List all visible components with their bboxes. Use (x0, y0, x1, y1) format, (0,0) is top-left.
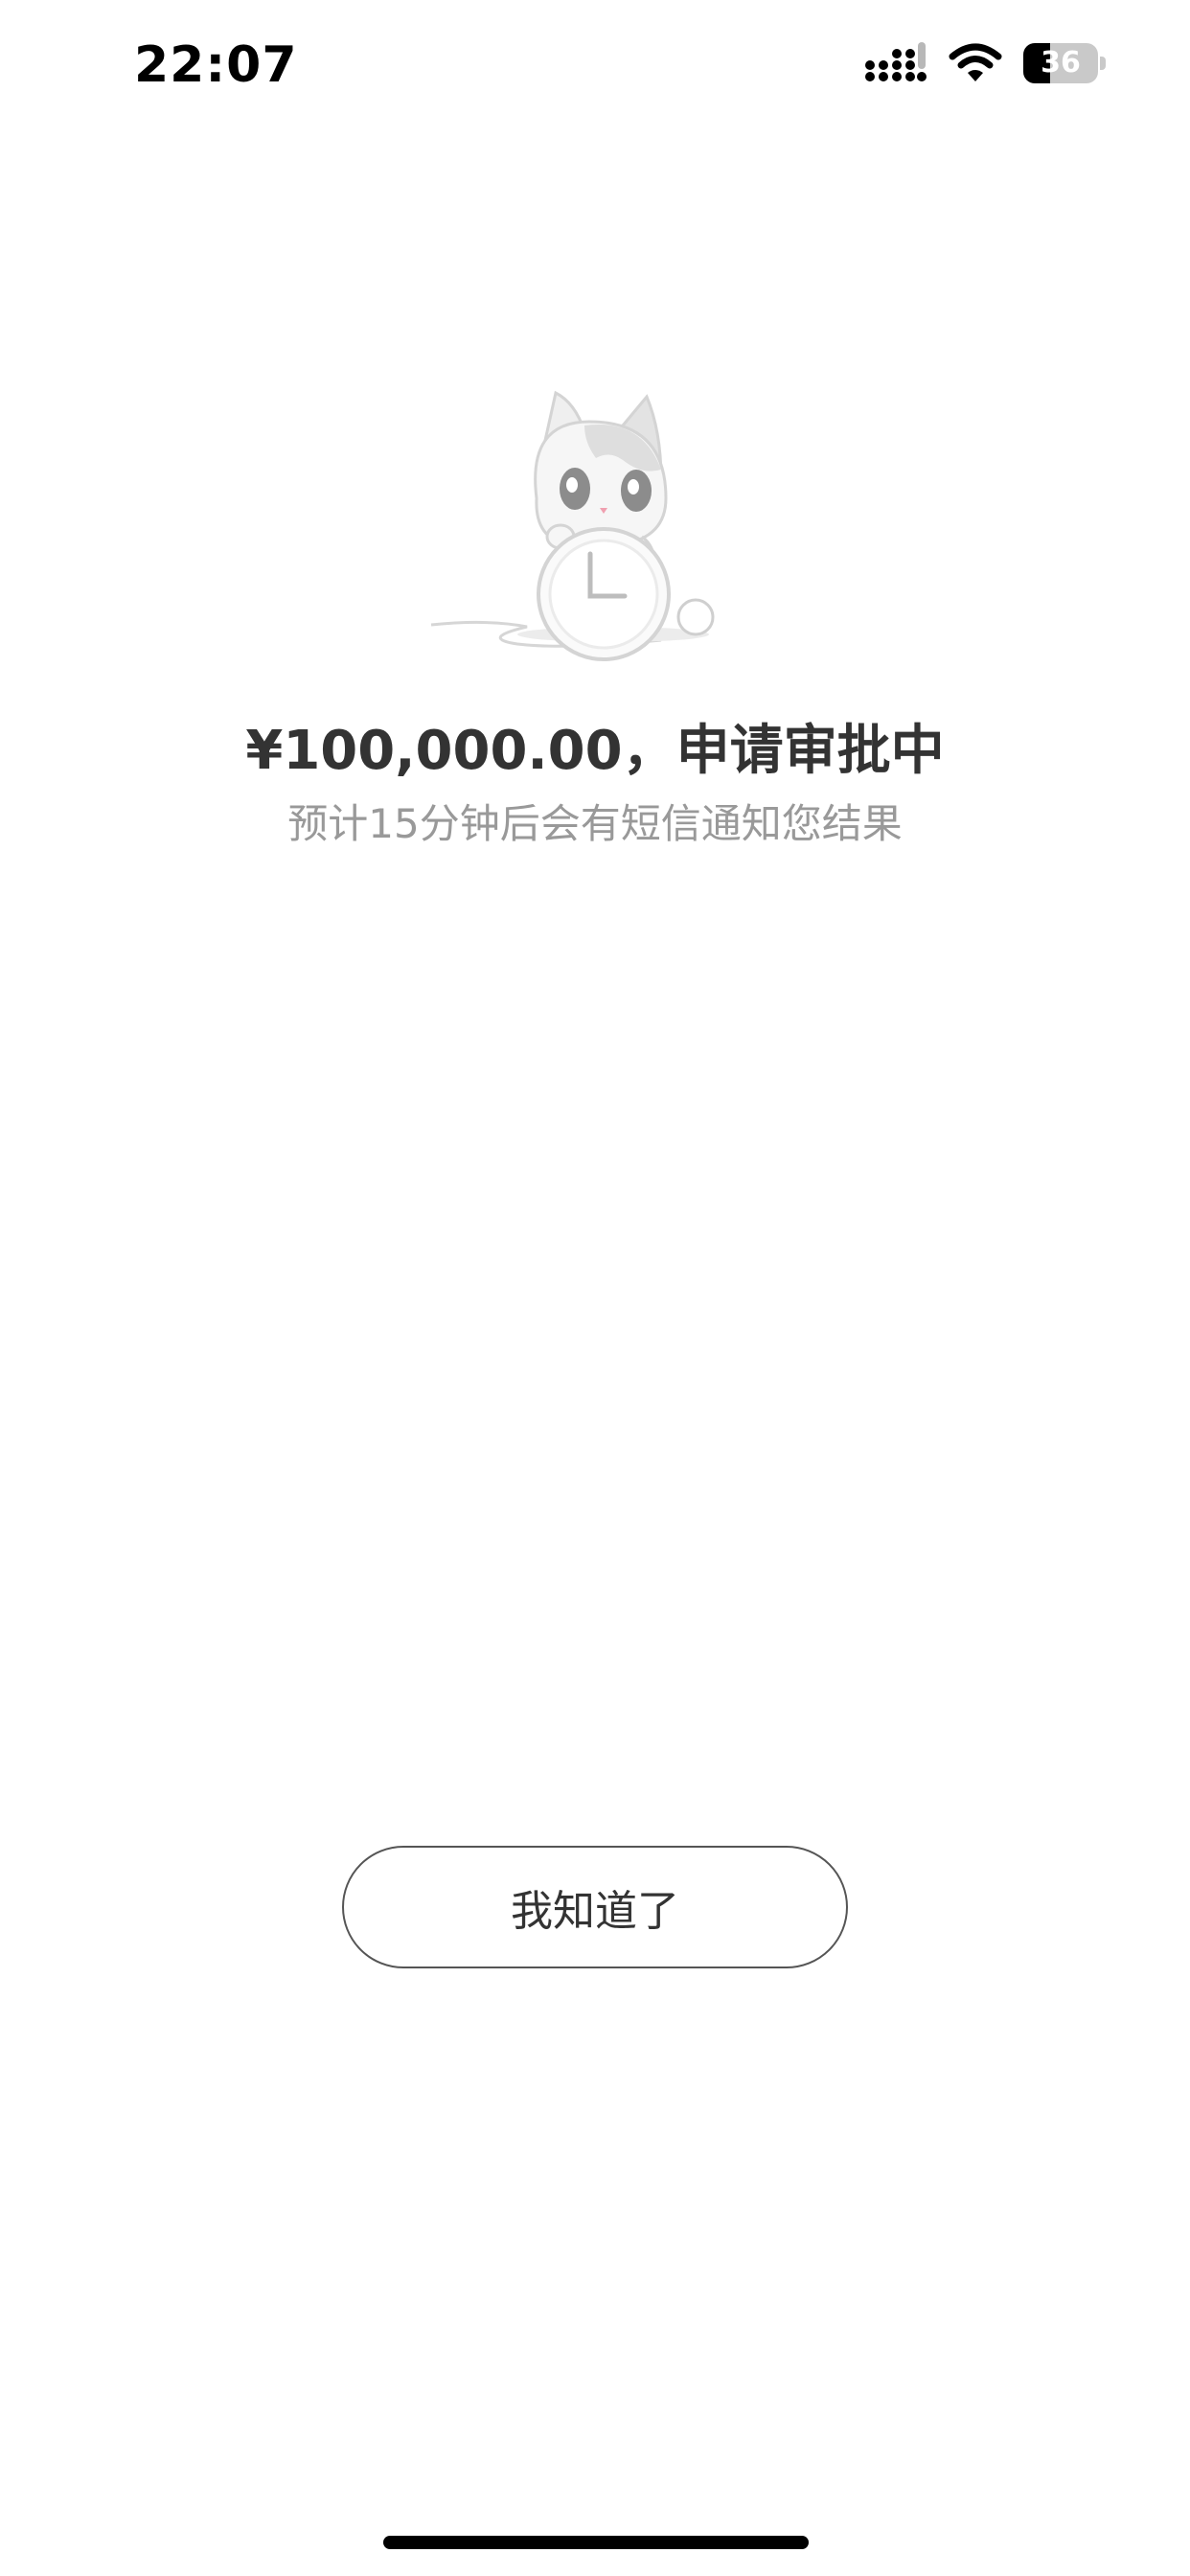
status-icons: 36 (864, 42, 1106, 84)
battery-level: 36 (1041, 46, 1081, 80)
signal-icon (864, 42, 927, 84)
got-it-button[interactable]: 我知道了 (342, 1846, 848, 1968)
battery-icon: 36 (1023, 43, 1106, 83)
home-indicator[interactable] (383, 2536, 809, 2549)
status-time: 22:07 (134, 36, 298, 94)
application-status-title: ¥100,000.00，申请审批中 (245, 720, 945, 782)
sms-notice-text: 预计15分钟后会有短信通知您结果 (287, 800, 903, 847)
cat-with-clock-illustration (422, 383, 738, 671)
wifi-icon (949, 43, 1002, 83)
status-bar: 22:07 36 (0, 0, 1190, 134)
